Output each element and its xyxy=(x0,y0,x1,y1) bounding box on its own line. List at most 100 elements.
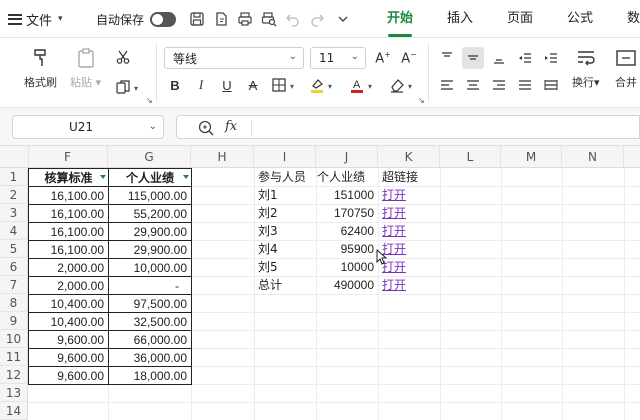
hyperlink-open[interactable]: 打开 xyxy=(378,186,440,204)
table-cell[interactable]: 9,600.00 xyxy=(28,366,109,385)
table-cell[interactable]: 16,100.00 xyxy=(28,186,109,205)
hyperlink-open[interactable]: 打开 xyxy=(378,222,440,240)
table-cell[interactable]: 66,000.00 xyxy=(108,330,192,349)
tab-data[interactable]: 数据 xyxy=(610,8,640,34)
row-header[interactable]: 4 xyxy=(0,222,28,240)
table-cell[interactable]: 32,500.00 xyxy=(108,312,192,331)
row-header[interactable]: 11 xyxy=(0,348,28,366)
merge-button[interactable]: 合并 xyxy=(614,46,638,90)
table-cell[interactable]: 95900 xyxy=(316,240,378,258)
cell-g1[interactable]: 个人业绩 xyxy=(108,168,192,187)
table-cell[interactable]: 10,400.00 xyxy=(28,294,109,313)
underline-icon[interactable]: U xyxy=(216,74,238,96)
bold-icon[interactable]: B xyxy=(164,74,186,96)
row-header[interactable]: 5 xyxy=(0,240,28,258)
chevron-down-icon[interactable]: ▾ xyxy=(368,82,372,91)
format-painter-button[interactable]: 格式刷 xyxy=(24,46,57,90)
table-cell[interactable]: 62400 xyxy=(316,222,378,240)
table-cell[interactable]: 55,200.00 xyxy=(108,204,192,223)
row-header[interactable]: 13 xyxy=(0,384,28,402)
fill-color-icon[interactable] xyxy=(306,74,328,96)
font-launcher-icon[interactable]: ↘ xyxy=(418,96,425,105)
cell-j1[interactable]: 个人业绩 xyxy=(316,168,378,186)
font-name-select[interactable]: 等线 ⌄ xyxy=(164,47,304,69)
clipboard-launcher-icon[interactable]: ↘ xyxy=(146,96,153,105)
column-header-j[interactable]: J xyxy=(316,146,378,168)
table-cell[interactable]: 490000 xyxy=(316,276,378,294)
row-header[interactable]: 2 xyxy=(0,186,28,204)
tab-home[interactable]: 开始 xyxy=(370,8,430,37)
clear-format-icon[interactable] xyxy=(386,74,408,96)
print-preview-icon[interactable] xyxy=(258,8,280,30)
copy-dropdown-icon[interactable]: ▾ xyxy=(134,84,138,93)
table-cell[interactable]: 115,000.00 xyxy=(108,186,192,205)
font-size-select[interactable]: 11 ⌄ xyxy=(310,47,366,69)
table-cell[interactable]: 刘5 xyxy=(254,258,316,276)
table-cell[interactable]: 刘2 xyxy=(254,204,316,222)
italic-icon[interactable]: I xyxy=(190,74,212,96)
column-header-i[interactable]: I xyxy=(254,146,316,168)
align-left-icon[interactable] xyxy=(436,74,458,96)
redo-icon[interactable] xyxy=(306,8,328,30)
row-header[interactable]: 6 xyxy=(0,258,28,276)
row-header[interactable]: 9 xyxy=(0,312,28,330)
align-middle-icon[interactable] xyxy=(462,47,484,69)
export-pdf-icon[interactable] xyxy=(210,8,232,30)
chevron-down-icon[interactable]: ▾ xyxy=(328,82,332,91)
table-cell[interactable]: 10,000.00 xyxy=(108,258,192,277)
row-header[interactable]: 12 xyxy=(0,366,28,384)
print-icon[interactable] xyxy=(234,8,256,30)
paste-button[interactable]: 粘贴 ▾ xyxy=(70,46,101,90)
tab-formulas[interactable]: 公式 xyxy=(550,8,610,34)
table-cell[interactable]: 29,900.00 xyxy=(108,240,192,259)
distributed-align-icon[interactable] xyxy=(540,74,562,96)
cut-icon[interactable] xyxy=(112,46,134,68)
wrap-text-button[interactable]: 换行▾ xyxy=(572,46,600,90)
table-cell[interactable]: 2,000.00 xyxy=(28,276,109,295)
justify-icon[interactable] xyxy=(514,74,536,96)
hyperlink-open[interactable]: 打开 xyxy=(378,204,440,222)
align-top-icon[interactable] xyxy=(436,47,458,69)
cell-k1[interactable]: 超链接 xyxy=(378,168,440,186)
column-header-k[interactable]: K xyxy=(378,146,440,168)
table-cell[interactable]: 刘4 xyxy=(254,240,316,258)
align-bottom-icon[interactable] xyxy=(488,47,510,69)
increase-indent-icon[interactable] xyxy=(540,47,562,69)
table-cell[interactable]: 151000 xyxy=(316,186,378,204)
table-cell[interactable]: 16,100.00 xyxy=(28,222,109,241)
column-header-l[interactable]: L xyxy=(440,146,501,168)
table-cell[interactable]: 10,400.00 xyxy=(28,312,109,331)
file-menu[interactable]: 文件 ▾ xyxy=(8,8,63,30)
table-cell[interactable]: 9,600.00 xyxy=(28,348,109,367)
row-header[interactable]: 14 xyxy=(0,402,28,420)
column-header-h[interactable]: H xyxy=(191,146,254,168)
table-cell[interactable]: 总计 xyxy=(254,276,316,294)
column-header-f[interactable]: F xyxy=(28,146,108,168)
decrease-indent-icon[interactable] xyxy=(514,47,536,69)
autosave[interactable]: 自动保存 xyxy=(96,8,177,30)
align-right-icon[interactable] xyxy=(488,74,510,96)
table-cell[interactable]: 9,600.00 xyxy=(28,330,109,349)
save-icon[interactable] xyxy=(186,8,208,30)
align-center-icon[interactable] xyxy=(462,74,484,96)
table-cell[interactable]: 刘1 xyxy=(254,186,316,204)
borders-icon[interactable] xyxy=(268,74,290,96)
table-cell[interactable]: 16,100.00 xyxy=(28,240,109,259)
table-cell[interactable]: 36,000.00 xyxy=(108,348,192,367)
filter-dropdown-icon[interactable] xyxy=(183,175,189,179)
copy-icon[interactable] xyxy=(112,76,134,98)
tab-insert[interactable]: 插入 xyxy=(430,8,490,34)
table-cell[interactable]: 16,100.00 xyxy=(28,204,109,223)
row-header[interactable]: 8 xyxy=(0,294,28,312)
table-cell[interactable]: 29,900.00 xyxy=(108,222,192,241)
formula-input[interactable] xyxy=(257,116,639,138)
chevron-down-icon[interactable]: ▾ xyxy=(408,82,412,91)
hyperlink-open[interactable]: 打开 xyxy=(378,276,440,294)
column-header-m[interactable]: M xyxy=(501,146,562,168)
cell-i1[interactable]: 参与人员 xyxy=(254,168,316,186)
insert-function-icon[interactable]: fx xyxy=(225,119,237,134)
cell-f1[interactable]: 核算标准 xyxy=(28,168,109,187)
row-header[interactable]: 3 xyxy=(0,204,28,222)
undo-icon[interactable] xyxy=(282,8,304,30)
autosave-toggle[interactable] xyxy=(150,11,177,27)
